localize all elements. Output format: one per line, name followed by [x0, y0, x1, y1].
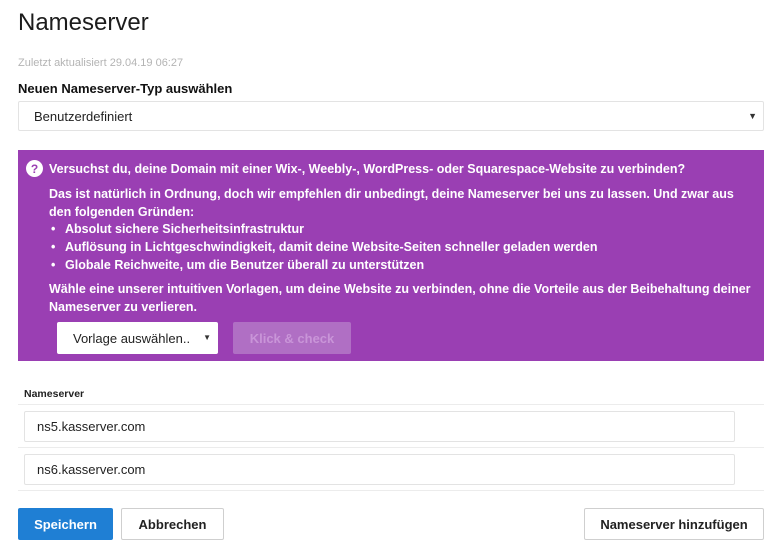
question-circle-icon: ?	[26, 160, 43, 177]
nameserver-field-1[interactable]: ns5.kasserver.com	[24, 411, 735, 442]
nameserver-type-select[interactable]: Benutzerdefiniert ▼	[18, 101, 764, 131]
add-nameserver-button[interactable]: Nameserver hinzufügen	[584, 508, 764, 540]
page-title: Nameserver	[18, 9, 149, 36]
bullet-icon: •	[51, 222, 56, 236]
last-updated-timestamp: Zuletzt aktualisiert 29.04.19 06:27	[18, 57, 184, 69]
chevron-down-icon: ▼	[203, 333, 211, 342]
cancel-button[interactable]: Abbrechen	[121, 508, 224, 540]
save-button[interactable]: Speichern	[18, 508, 113, 540]
divider	[18, 447, 764, 448]
info-intro-text: Das ist natürlich in Ordnung, doch wir e…	[49, 187, 734, 219]
reasons-list: • Absolut sichere Sicherheitsinfrastruktu…	[49, 220, 598, 274]
chevron-down-icon: ▼	[748, 111, 757, 121]
info-heading: Versuchst du, deine Domain mit einer Wix…	[49, 162, 686, 176]
list-item: • Globale Reichweite, um die Benutzer übe…	[51, 258, 425, 272]
nameserver-type-selected-value: Benutzerdefiniert	[34, 108, 133, 124]
click-and-check-button[interactable]: Klick & check	[233, 322, 351, 354]
bullet-icon: •	[51, 240, 56, 254]
wix-info-panel: ? Versuchst du, deine Domain mit einer W…	[18, 150, 764, 361]
bullet-icon: •	[51, 258, 56, 272]
nameserver-field-2[interactable]: ns6.kasserver.com	[24, 454, 735, 485]
template-select-value: Vorlage auswählen..	[73, 330, 191, 346]
nameserver-type-label: Neuen Nameserver-Typ auswählen	[18, 81, 233, 96]
divider	[18, 404, 764, 405]
divider	[18, 490, 764, 491]
list-item: • Absolut sichere Sicherheitsinfrastruktu…	[51, 222, 304, 236]
nameserver-section-label: Nameserver	[24, 388, 85, 400]
template-select[interactable]: Vorlage auswählen.. ▼	[57, 322, 218, 354]
list-item: • Auflösung in Lichtgeschwindigkeit, dami…	[51, 240, 598, 254]
info-outro-text: Wähle eine unserer intuitiven Vorlagen, …	[49, 282, 751, 314]
